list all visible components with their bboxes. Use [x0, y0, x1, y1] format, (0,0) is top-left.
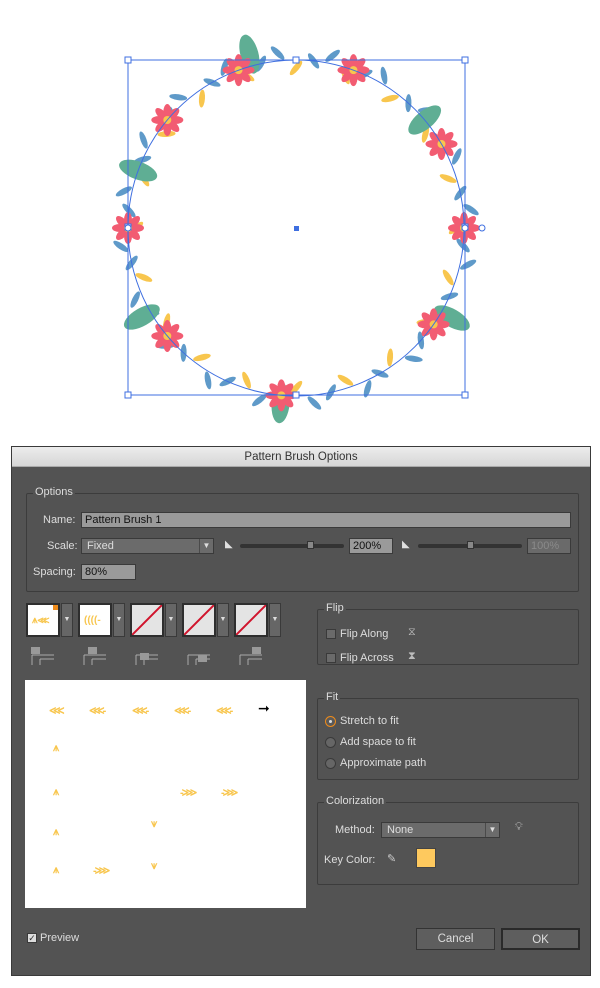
spacing-input[interactable]: 80%	[81, 564, 136, 580]
anchor-point	[478, 224, 486, 232]
leaf-shape	[130, 291, 140, 308]
scale-percent-input[interactable]: 200%	[349, 538, 393, 554]
outer-corner-tile-position-icon	[82, 645, 108, 670]
key-color-label: Key Color:	[324, 854, 376, 866]
leaf-shape	[460, 259, 477, 270]
dialog-title: Pattern Brush Options	[12, 447, 590, 467]
add-space-label[interactable]: Add space to fit	[340, 736, 416, 748]
center-point	[294, 226, 299, 231]
leaf-shape	[442, 269, 454, 286]
bounding-box-handle	[292, 56, 300, 64]
method-label: Method:	[335, 824, 375, 836]
flip-across-checkbox[interactable]	[326, 653, 336, 663]
tips-lightbulb-icon[interactable]: 💡︎	[515, 821, 523, 834]
scale-slider[interactable]	[240, 544, 344, 548]
key-color-swatch[interactable]	[416, 848, 436, 868]
leaf-shape	[115, 186, 132, 197]
start-tile[interactable]	[182, 603, 216, 637]
leaf-shape	[337, 374, 354, 386]
anchor-point	[461, 224, 469, 232]
bounding-box-handle	[124, 391, 132, 399]
leaf-shape	[169, 93, 188, 101]
flip-along-checkbox[interactable]	[326, 629, 336, 639]
name-label: Name:	[43, 514, 76, 526]
flip-across-icon: ⧗	[408, 650, 416, 662]
preview-label[interactable]: Preview	[40, 932, 79, 944]
spacing-label: Spacing:	[33, 566, 76, 578]
leaf-shape	[386, 348, 394, 367]
ok-button[interactable]: OK	[501, 928, 580, 950]
end-tile[interactable]	[234, 603, 268, 637]
flip-along-label[interactable]: Flip Along	[340, 628, 388, 640]
flip-legend: Flip	[324, 602, 346, 614]
bounding-box-handle	[292, 391, 300, 399]
bounding-box-handle	[461, 391, 469, 399]
side-tile-dropdown[interactable]: ▼	[61, 603, 73, 637]
start-tile-dropdown[interactable]: ▼	[217, 603, 229, 637]
colorization-group: Colorization Method: None ▼ 💡︎ Key Color:…	[317, 795, 579, 885]
scale-icon: ◣	[225, 539, 233, 550]
leaf-shape	[307, 396, 322, 410]
leaf-shape	[404, 355, 423, 363]
no-tile-icon	[183, 604, 215, 636]
cancel-button[interactable]: Cancel	[416, 928, 495, 950]
scale-variation-input: 100%	[527, 538, 571, 554]
stretch-to-fit-radio[interactable]	[325, 716, 336, 727]
fit-group: Fit Stretch to fit Add space to fit Appr…	[317, 691, 579, 780]
inner-corner-tile-dropdown[interactable]: ▼	[165, 603, 177, 637]
leaf-shape	[204, 371, 212, 390]
leaf-shape	[270, 46, 285, 60]
approximate-path-label[interactable]: Approximate path	[340, 757, 426, 769]
stretch-to-fit-label[interactable]: Stretch to fit	[340, 715, 399, 727]
inner-corner-tile-position-icon	[134, 645, 160, 670]
no-tile-icon	[235, 604, 267, 636]
options-legend: Options	[33, 486, 75, 498]
leaf-shape	[198, 89, 206, 108]
scale-slider-thumb[interactable]	[307, 541, 314, 549]
fit-legend: Fit	[324, 691, 341, 703]
chevron-down-icon: ▼	[485, 823, 499, 837]
eyedropper-icon[interactable]: ✎	[387, 852, 396, 865]
flip-across-label[interactable]: Flip Across	[340, 652, 394, 664]
no-tile-icon	[131, 604, 163, 636]
outer-corner-tile[interactable]: ((((-	[78, 603, 112, 637]
anchor-point	[124, 224, 132, 232]
bounding-box-handle	[461, 56, 469, 64]
flip-along-icon: ⧖	[408, 626, 416, 638]
end-tile-position-icon	[238, 645, 264, 670]
leaf-shape	[193, 353, 211, 362]
arrow-right-icon: ➞	[258, 700, 270, 716]
scale-variation-icon: ◣	[402, 539, 410, 550]
approximate-path-radio[interactable]	[325, 758, 336, 769]
pattern-brush-options-dialog: Pattern Brush Options Options Name: Patt…	[11, 446, 591, 976]
leaf-shape	[139, 131, 148, 149]
colorization-legend: Colorization	[324, 795, 387, 807]
add-space-radio[interactable]	[325, 737, 336, 748]
name-input[interactable]: Pattern Brush 1	[81, 512, 571, 528]
side-tile-position-icon	[30, 645, 56, 670]
options-group: Options Name: Pattern Brush 1 Scale: Fix…	[26, 486, 579, 592]
method-select[interactable]: None ▼	[381, 822, 500, 838]
preview-checkbox[interactable]: ✓	[27, 933, 37, 943]
side-tile[interactable]: ⩚⋘	[26, 603, 60, 637]
pattern-preview: ⋘ ⋘- ⋘- ⋘- ⋘- ➞ ⩚ ⩚ ⩚ ⩚ -⋙ -⋙ ⩛ ⩛ -⋙	[25, 680, 306, 908]
flip-group: Flip Flip Along ⧖ Flip Across ⧗	[317, 602, 579, 665]
start-tile-position-icon	[186, 645, 212, 670]
end-tile-dropdown[interactable]: ▼	[269, 603, 281, 637]
scale-variation-thumb[interactable]	[467, 541, 474, 549]
scale-label: Scale:	[47, 540, 78, 552]
chevron-down-icon: ▼	[199, 539, 213, 553]
leaf-shape	[381, 94, 399, 103]
inner-corner-tile[interactable]	[130, 603, 164, 637]
wreath-artwork[interactable]	[0, 0, 600, 430]
leaf-shape	[380, 66, 388, 85]
leaf-shape	[325, 49, 340, 62]
outer-corner-tile-dropdown[interactable]: ▼	[113, 603, 125, 637]
bounding-box-handle	[124, 56, 132, 64]
scale-select[interactable]: Fixed ▼	[81, 538, 214, 554]
